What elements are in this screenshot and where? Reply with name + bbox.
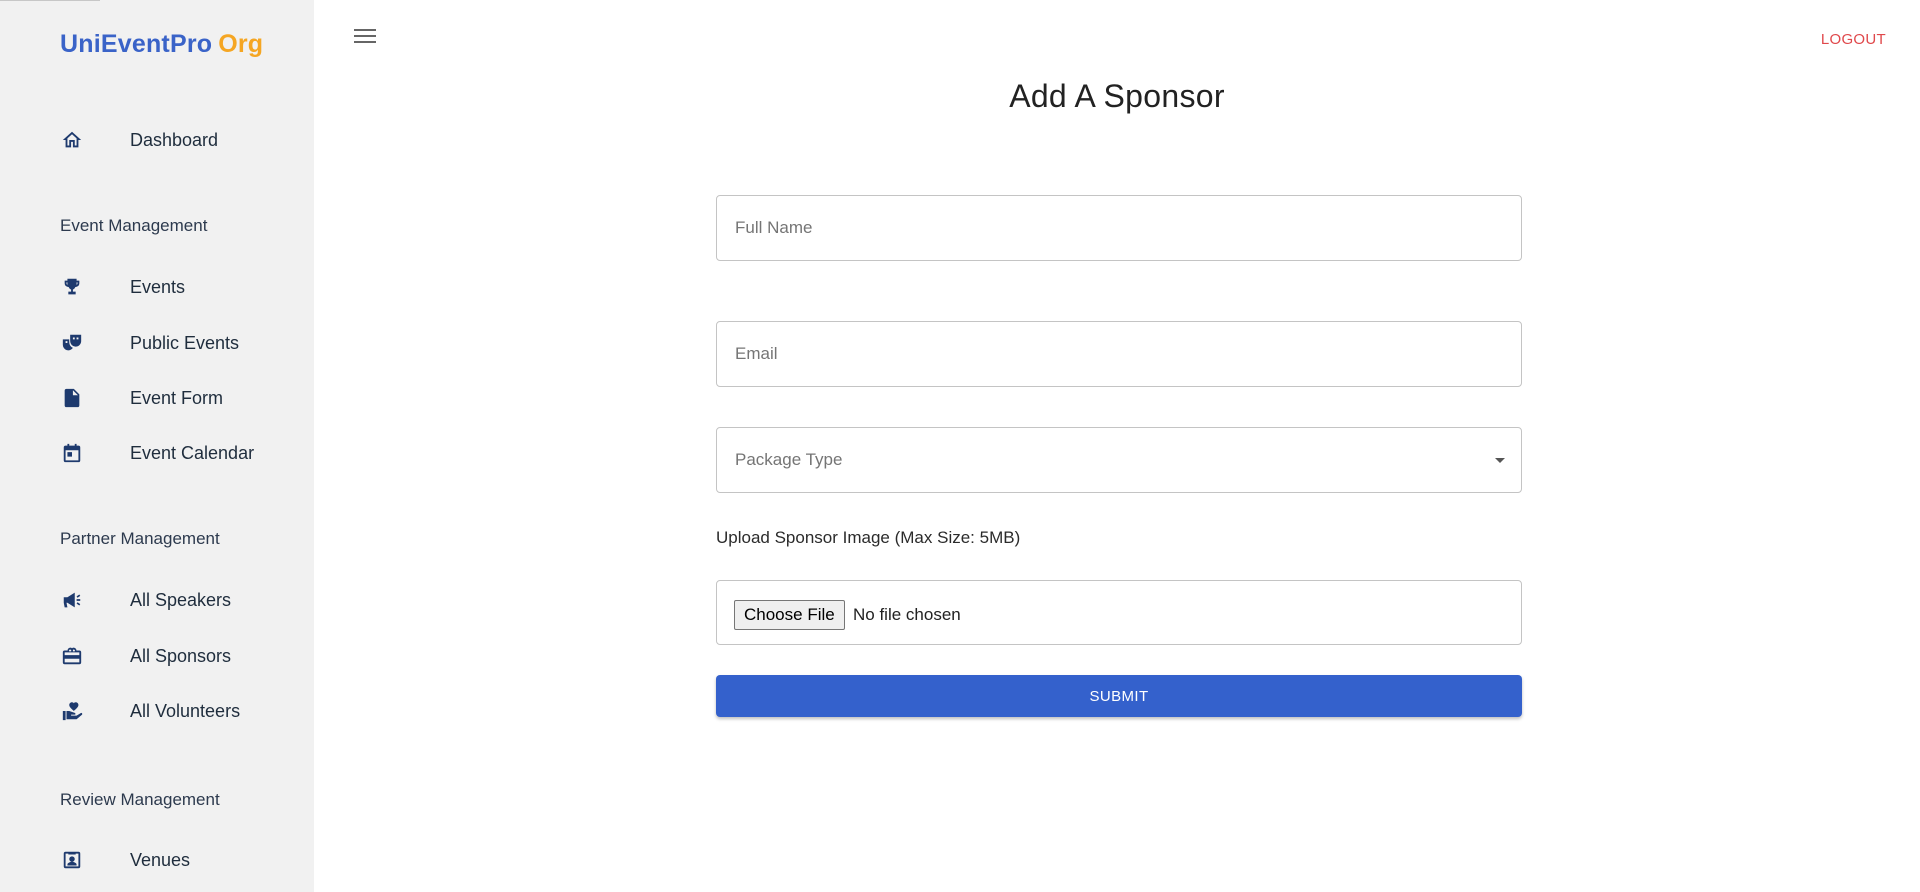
sidebar-item-event-form[interactable]: Event Form	[0, 376, 314, 420]
hand-heart-icon	[60, 699, 84, 723]
home-icon	[60, 128, 84, 152]
sidebar-item-label: Public Events	[130, 332, 240, 353]
trophy-icon	[60, 275, 84, 299]
section-title-partner-management: Partner Management	[60, 529, 220, 548]
full-name-field[interactable]	[716, 195, 1522, 261]
brand-suffix: Org	[218, 30, 264, 58]
package-type-placeholder: Package Type	[735, 450, 843, 469]
sidebar-item-all-volunteers[interactable]: All Volunteers	[0, 689, 314, 733]
sidebar-item-label: Event Calendar	[130, 442, 255, 463]
email-field[interactable]	[716, 321, 1522, 387]
brand-name: UniEventPro	[60, 30, 213, 58]
choose-file-button[interactable]: Choose File	[734, 600, 845, 630]
calendar-icon	[60, 441, 84, 465]
full-name-input[interactable]	[717, 196, 1521, 260]
sidebar-item-venues[interactable]: Venues	[0, 838, 314, 882]
section-title-event-management: Event Management	[60, 216, 208, 235]
megaphone-icon	[60, 588, 84, 612]
file-upload-field[interactable]: Choose File No file chosen	[716, 580, 1522, 645]
sidebar-item-label: Events	[130, 276, 186, 297]
page-title: Add A Sponsor	[1009, 78, 1225, 114]
sidebar-item-all-sponsors[interactable]: All Sponsors	[0, 634, 314, 678]
contact-card-icon	[60, 848, 84, 872]
sidebar-item-all-speakers[interactable]: All Speakers	[0, 578, 314, 622]
submit-button[interactable]: SUBMIT	[716, 675, 1522, 717]
sidebar-item-label: All Speakers	[130, 589, 232, 610]
sidebar-item-label: All Sponsors	[130, 645, 232, 666]
sidebar-item-event-calendar[interactable]: Event Calendar	[0, 431, 314, 475]
file-status: No file chosen	[853, 605, 961, 624]
sidebar: UniEventPro Org Dashboard Event Managemen…	[0, 0, 314, 892]
sidebar-item-label: Venues	[130, 849, 191, 870]
brand-logo[interactable]: UniEventPro Org	[60, 30, 263, 59]
package-type-select[interactable]: Package Type	[716, 427, 1522, 493]
loading-bar	[0, 0, 100, 1]
sidebar-item-label: All Volunteers	[130, 700, 241, 721]
chevron-down-icon	[1495, 458, 1505, 463]
document-icon	[60, 386, 84, 410]
gift-card-icon	[60, 644, 84, 668]
hamburger-menu-icon[interactable]	[354, 29, 376, 47]
sidebar-item-events[interactable]: Events	[0, 265, 314, 309]
logout-button[interactable]: LOGOUT	[1821, 31, 1886, 48]
theater-masks-icon	[60, 331, 84, 355]
section-title-review-management: Review Management	[60, 790, 220, 809]
sidebar-item-label: Event Form	[130, 387, 224, 408]
sidebar-item-public-events[interactable]: Public Events	[0, 321, 314, 365]
email-input[interactable]	[717, 322, 1521, 386]
upload-label: Upload Sponsor Image (Max Size: 5MB)	[716, 528, 1021, 547]
sidebar-item-label: Dashboard	[130, 129, 219, 150]
sidebar-item-dashboard[interactable]: Dashboard	[0, 118, 314, 162]
